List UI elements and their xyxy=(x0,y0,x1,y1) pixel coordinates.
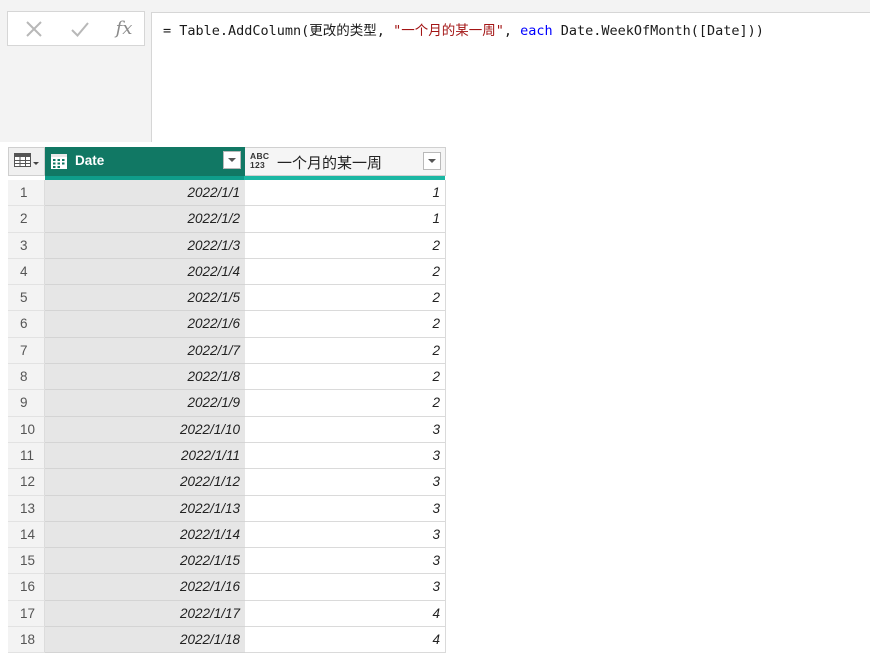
row-index-cell[interactable]: 10 xyxy=(8,416,45,443)
week-of-month-cell[interactable]: 3 xyxy=(245,416,446,443)
week-of-month-cell[interactable]: 1 xyxy=(245,180,446,207)
week-of-month-cell[interactable]: 3 xyxy=(245,495,446,522)
fx-icon: fx xyxy=(115,18,133,39)
formula-text[interactable]: = Table.AddColumn(更改的类型, "一个月的某一周", each… xyxy=(163,22,764,40)
row-index-cell[interactable]: 16 xyxy=(8,574,45,601)
date-cell[interactable]: 2022/1/10 xyxy=(45,416,245,443)
row-index-cell[interactable]: 13 xyxy=(8,495,45,522)
date-cell[interactable]: 2022/1/1 xyxy=(45,180,245,207)
week-of-month-cell[interactable]: 4 xyxy=(245,600,446,628)
row-index-cell[interactable]: 1 xyxy=(8,180,45,207)
row-index-cell[interactable]: 6 xyxy=(8,311,45,338)
abc-123-icon: ABC 123 xyxy=(250,151,270,170)
formula-editor[interactable]: = Table.AddColumn(更改的类型, "一个月的某一周", each… xyxy=(151,12,870,142)
date-cell[interactable]: 2022/1/2 xyxy=(45,206,245,233)
date-cell[interactable]: 2022/1/4 xyxy=(45,258,245,286)
chevron-down-icon xyxy=(428,159,436,163)
row-index-cell[interactable]: 18 xyxy=(8,627,45,654)
table-menu-button[interactable] xyxy=(8,147,45,176)
cancel-button[interactable] xyxy=(14,12,54,45)
row-index-cell[interactable]: 12 xyxy=(8,469,45,496)
week-of-month-cell[interactable]: 4 xyxy=(245,627,446,654)
x-icon xyxy=(26,20,42,37)
row-index-cell[interactable]: 4 xyxy=(8,258,45,286)
date-cell[interactable]: 2022/1/15 xyxy=(45,548,245,575)
date-cell[interactable]: 2022/1/14 xyxy=(45,521,245,549)
date-column-filter-button[interactable] xyxy=(223,151,241,169)
week-of-month-cell[interactable]: 2 xyxy=(245,232,446,259)
column-header-week-label: 一个月的某一周 xyxy=(277,155,383,172)
date-cell[interactable]: 2022/1/7 xyxy=(45,337,245,365)
check-icon xyxy=(71,21,89,37)
date-cell[interactable]: 2022/1/8 xyxy=(45,364,245,391)
week-of-month-cell[interactable]: 2 xyxy=(245,364,446,391)
week-of-month-cell[interactable]: 3 xyxy=(245,442,446,470)
fx-button[interactable]: fx xyxy=(104,12,144,45)
date-cell[interactable]: 2022/1/16 xyxy=(45,574,245,601)
row-index-cell[interactable]: 8 xyxy=(8,364,45,391)
row-index-cell[interactable]: 11 xyxy=(8,442,45,470)
column-header-date-label: Date xyxy=(75,153,105,168)
date-cell[interactable]: 2022/1/9 xyxy=(45,390,245,417)
formula-bar-area: fx = Table.AddColumn(更改的类型, "一个月的某一周", e… xyxy=(0,0,870,142)
week-of-month-cell[interactable]: 2 xyxy=(245,311,446,338)
formula-string-literal: "一个月的某一周" xyxy=(393,23,504,39)
formula-bar-buttons: fx xyxy=(7,11,145,46)
date-cell[interactable]: 2022/1/18 xyxy=(45,627,245,654)
date-cell[interactable]: 2022/1/12 xyxy=(45,469,245,496)
row-index-cell[interactable]: 7 xyxy=(8,337,45,365)
week-of-month-cell[interactable]: 3 xyxy=(245,548,446,575)
row-index-cell[interactable]: 5 xyxy=(8,285,45,312)
calendar-icon xyxy=(51,154,67,169)
date-cell[interactable]: 2022/1/11 xyxy=(45,442,245,470)
week-of-month-cell[interactable]: 1 xyxy=(245,206,446,233)
week-of-month-cell[interactable]: 3 xyxy=(245,574,446,601)
week-of-month-cell[interactable]: 3 xyxy=(245,469,446,496)
column-header-date[interactable]: Date xyxy=(45,147,245,180)
row-index-cell[interactable]: 2 xyxy=(8,206,45,233)
week-of-month-cell[interactable]: 3 xyxy=(245,521,446,549)
formula-prefix: = Table.AddColumn(更改的类型, xyxy=(163,23,394,39)
week-of-month-cell[interactable]: 2 xyxy=(245,390,446,417)
week-column-filter-button[interactable] xyxy=(423,152,441,170)
formula-suffix: Date.WeekOfMonth([Date])) xyxy=(552,23,764,39)
row-index-cell[interactable]: 17 xyxy=(8,600,45,628)
week-of-month-cell[interactable]: 2 xyxy=(245,285,446,312)
date-cell[interactable]: 2022/1/6 xyxy=(45,311,245,338)
date-cell[interactable]: 2022/1/3 xyxy=(45,232,245,259)
formula-separator: , xyxy=(503,23,521,39)
chevron-down-icon xyxy=(228,158,236,162)
date-cell[interactable]: 2022/1/17 xyxy=(45,600,245,628)
formula-keyword: each xyxy=(520,23,553,39)
row-index-cell[interactable]: 15 xyxy=(8,548,45,575)
row-index-cell[interactable]: 9 xyxy=(8,390,45,417)
week-of-month-cell[interactable]: 2 xyxy=(245,337,446,365)
week-of-month-cell[interactable]: 2 xyxy=(245,258,446,286)
row-index-cell[interactable]: 14 xyxy=(8,521,45,549)
date-cell[interactable]: 2022/1/5 xyxy=(45,285,245,312)
confirm-button[interactable] xyxy=(60,12,100,45)
table-menu-icon xyxy=(14,153,39,167)
column-header-week-of-month[interactable]: ABC 123 一个月的某一周 xyxy=(244,147,446,180)
row-index-cell[interactable]: 3 xyxy=(8,232,45,259)
date-cell[interactable]: 2022/1/13 xyxy=(45,495,245,522)
